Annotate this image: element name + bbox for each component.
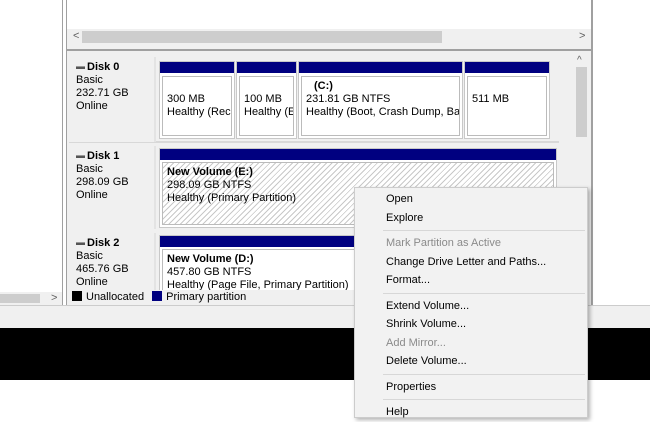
volume-list (67, 0, 591, 29)
menu-separator (383, 230, 585, 231)
pane-splitter[interactable] (67, 49, 591, 51)
vscroll-thumb[interactable] (576, 67, 587, 137)
partition-c[interactable]: (C:) 231.81 GB NTFS Healthy (Boot, Crash D… (298, 61, 463, 139)
disk-icon (76, 241, 85, 245)
disk-icon (76, 65, 85, 69)
disk-1-label[interactable]: Disk 1 Basic 298.09 GB Online (69, 146, 156, 229)
primary-swatch (152, 291, 163, 301)
menu-item-explore[interactable]: Explore (355, 209, 587, 228)
scroll-right-icon[interactable]: > (579, 30, 585, 42)
context-menu: Open Explore Mark Partition as Active Ch… (354, 187, 588, 418)
menu-separator (383, 292, 585, 294)
menu-separator (383, 373, 585, 375)
disk-2-label[interactable]: Disk 2 Basic 465.76 GB Online (69, 233, 156, 290)
scroll-right-icon[interactable]: > (51, 292, 57, 304)
disk-0-label[interactable]: Disk 0 Basic 232.71 GB Online (69, 57, 156, 142)
menu-item-delete-volume[interactable]: Delete Volume... (355, 352, 587, 371)
menu-item-add-mirror: Add Mirror... (386, 336, 446, 349)
menu-item-mark-active: Mark Partition as Active (386, 237, 501, 249)
partition-efi[interactable]: 100 MB Healthy (E (236, 61, 297, 139)
scroll-up-icon[interactable]: ^ (577, 55, 582, 66)
disk-icon (76, 154, 85, 158)
partition-recovery[interactable]: 300 MB Healthy (Recc (159, 61, 235, 139)
hscroll-thumb[interactable] (82, 31, 442, 43)
menu-item-properties[interactable]: Properties (355, 378, 587, 397)
partition-511mb[interactable]: 511 MB (464, 61, 550, 139)
left-pane-scroll-thumb[interactable] (0, 294, 40, 303)
menu-item-format[interactable]: Format... (355, 271, 587, 290)
menu-item-change-drive-letter[interactable]: Change Drive Letter and Paths... (355, 253, 587, 272)
unallocated-swatch (72, 291, 82, 301)
menu-item-help[interactable]: Help (355, 403, 587, 422)
menu-item-open[interactable]: Open (355, 190, 587, 209)
menu-item-shrink-volume[interactable]: Shrink Volume... (355, 315, 587, 334)
left-pane (0, 0, 63, 305)
menu-separator (383, 399, 585, 400)
menu-item-extend-volume[interactable]: Extend Volume... (355, 297, 587, 316)
scroll-left-icon[interactable]: < (73, 30, 79, 42)
